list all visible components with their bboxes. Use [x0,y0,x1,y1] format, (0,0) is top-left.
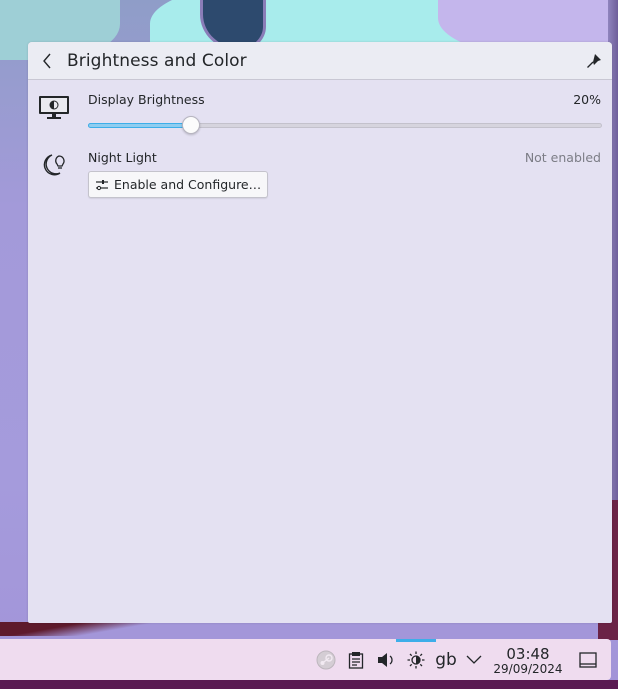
show-desktop-icon [579,652,597,668]
chevron-down-icon [466,655,482,664]
enable-and-configure-label: Enable and Configure… [114,177,262,192]
brightness-icon [407,651,425,669]
tray-clipboard[interactable] [344,648,368,672]
tray-volume[interactable] [374,648,398,672]
night-light-icon [38,149,70,181]
tray-expand-button[interactable] [464,648,484,672]
digital-clock[interactable]: 03:48 29/09/2024 [492,646,564,676]
popup-title: Brightness and Color [67,50,247,71]
enable-and-configure-button[interactable]: Enable and Configure… [88,171,269,198]
pin-button[interactable] [584,51,604,71]
volume-icon [378,653,393,667]
chevron-left-icon [43,53,51,68]
show-desktop-button[interactable] [577,648,599,672]
clock-time: 03:48 [506,645,550,663]
popup-header: Brightness and Color [28,42,612,80]
back-button[interactable] [34,48,60,74]
display-brightness-label: Display Brightness [88,92,205,107]
clipboard-icon [348,652,364,669]
steam-icon [316,650,336,670]
clock-date: 29/09/2024 [493,662,563,676]
brightness-and-color-popup: Brightness and Color Display Brightness … [28,42,612,623]
tray-steam[interactable] [314,648,338,672]
pin-icon [587,54,601,68]
active-tray-indicator [396,639,436,642]
slider-fill [88,123,191,128]
configure-sliders-icon [95,178,109,192]
keyboard-layout[interactable]: gb [434,648,458,672]
night-light-status: Not enabled [524,150,601,165]
brightness-slider[interactable] [88,116,602,138]
keyboard-layout-label: gb [435,650,457,670]
display-brightness-value: 20% [573,92,601,107]
night-light-label: Night Light [88,150,157,165]
taskbar: gb 03:48 29/09/2024 [0,639,611,680]
monitor-brightness-icon [38,92,70,124]
tray-brightness[interactable] [404,648,428,672]
slider-handle[interactable] [181,116,200,134]
